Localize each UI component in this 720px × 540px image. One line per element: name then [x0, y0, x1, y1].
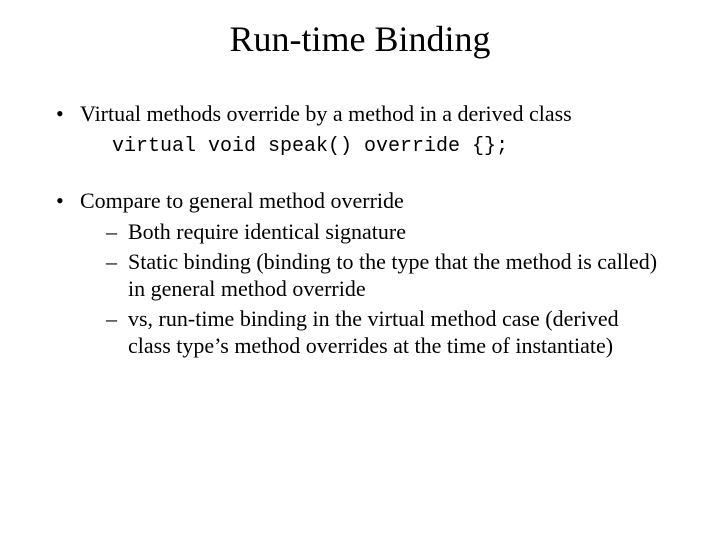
sub-bullet-text: Static binding (binding to the type that… — [128, 249, 657, 302]
bullet-item: Compare to general method override Both … — [54, 187, 666, 360]
slide-title: Run-time Binding — [0, 0, 720, 60]
sub-bullet-list: Both require identical signature Static … — [80, 218, 666, 360]
code-line: virtual void speak() override {}; — [112, 134, 666, 159]
bullet-text: Virtual methods override by a method in … — [80, 101, 572, 126]
bullet-item: Virtual methods override by a method in … — [54, 100, 666, 159]
sub-bullet-item: vs, run-time binding in the virtual meth… — [106, 305, 666, 360]
slide-body: Virtual methods override by a method in … — [0, 60, 720, 360]
sub-bullet-text: vs, run-time binding in the virtual meth… — [128, 306, 619, 359]
bullet-list: Virtual methods override by a method in … — [54, 100, 666, 360]
sub-bullet-item: Static binding (binding to the type that… — [106, 248, 666, 303]
sub-bullet-text: Both require identical signature — [128, 219, 406, 244]
slide: Run-time Binding Virtual methods overrid… — [0, 0, 720, 540]
sub-bullet-item: Both require identical signature — [106, 218, 666, 246]
bullet-text: Compare to general method override — [80, 188, 404, 213]
